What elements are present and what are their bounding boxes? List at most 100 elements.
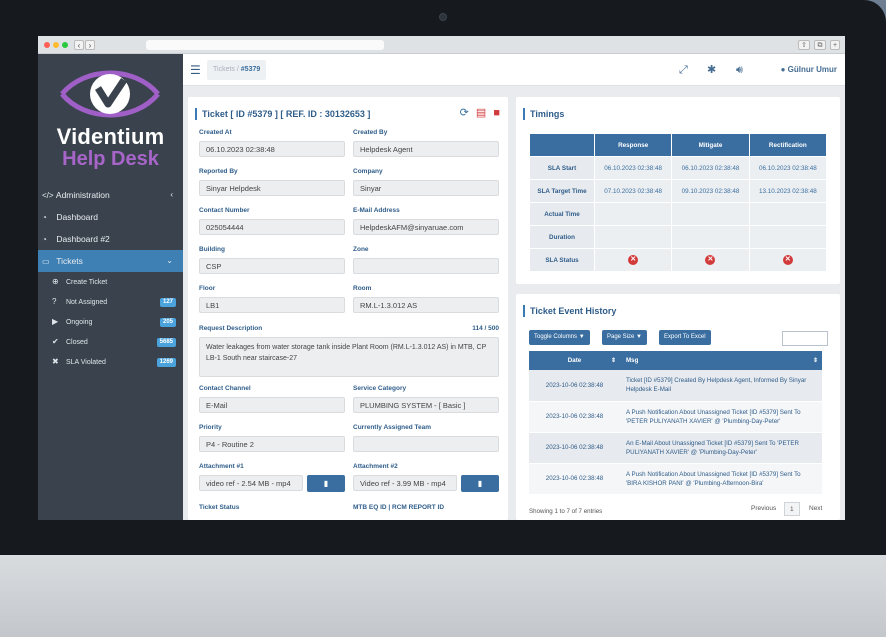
assigned-team-field[interactable] [353,436,499,452]
floor-field[interactable]: LB1 [199,297,345,313]
created-by-field[interactable]: Helpdesk Agent [353,141,499,157]
table-row: Actual Time [529,202,828,226]
event-history-table: Date ⇕ Msg ⇕ 2023-10-06 02:38:48 Ticket … [529,351,822,495]
column-header-label: Msg [626,357,639,364]
column-header-date[interactable]: Date ⇕ [529,351,620,370]
reported-by-field[interactable]: Sinyar Helpdesk [199,180,345,196]
bug-icon[interactable]: ✱ [707,64,716,76]
close-window-dot[interactable] [44,42,50,48]
building-field[interactable]: CSP [199,258,345,274]
created-at-label: Created At [199,129,232,136]
table-cell: 06.10.2023 02:38:48 [593,156,673,180]
event-history-title: Ticket Event History [523,305,616,317]
sidebar-item-label: SLA Violated [65,359,106,366]
history-search-input[interactable] [782,331,828,346]
export-excel-button[interactable]: Export To Excel [659,330,711,345]
service-category-field[interactable]: PLUMBING SYSTEM - [ Basic ] [353,397,499,413]
table-cell: ✕ [671,248,750,272]
row-header: Duration [529,225,595,249]
attachment2-download-button[interactable]: ▮ [461,475,499,492]
page-1-button[interactable]: 1 [784,502,800,516]
msg-cell: Ticket [ID #5379] Created By Helpdesk Ag… [620,370,822,402]
maximize-window-dot[interactable] [62,42,68,48]
table-cell [671,202,750,226]
request-description-field[interactable]: Water leakages from water storage tank i… [199,337,499,377]
table-row: 2023-10-06 02:38:48 An E-Mail About Unas… [529,432,822,464]
chevron-left-icon: ‹ [170,190,173,199]
browser-chrome: ‹ › ⇧ ⧉ + [38,36,845,54]
camera [439,13,447,21]
table-cell: 06.10.2023 02:38:48 [748,156,828,180]
date-cell: 2023-10-06 02:38:48 [529,432,620,464]
table-cell [748,225,828,249]
previous-page-button[interactable]: Previous [751,502,776,516]
email-field[interactable]: HelpdeskAFM@sinyaruae.com [353,219,499,235]
created-by-label: Created By [353,129,388,136]
sidebar-item-tickets[interactable]: ▭ Tickets ⌄ [38,250,183,272]
priority-field[interactable]: P4 - Routine 2 [199,436,345,452]
eye-logo-icon [60,70,160,118]
sidebar-item-label: Dashboard #2 [56,234,110,244]
screen: ‹ › ⇧ ⧉ + Videntium Help Desk </> Admini… [38,36,845,520]
sidebar-item-closed[interactable]: ✔ Closed 5685 [38,332,183,352]
table-row: SLA Status ✕ ✕ ✕ [529,248,828,272]
sidebar-item-dashboard[interactable]: ◔ Dashboard [38,206,183,228]
sidebar-item-administration[interactable]: </> Administration ‹ [38,184,183,206]
room-field[interactable]: RM.L-1.3.012 AS [353,297,499,313]
sidebar-item-not-assigned[interactable]: ? Not Assigned 127 [38,292,183,312]
page-size-button[interactable]: Page Size ▼ [602,330,647,345]
volume-icon[interactable]: 🔊︎ [736,64,743,76]
ticket-card: Ticket [ ID #5379 ] [ REF. ID : 30132653… [188,97,508,520]
forward-icon[interactable]: › [85,40,95,50]
share-icon[interactable]: ⇧ [798,40,810,50]
contact-channel-field[interactable]: E-Mail [199,397,345,413]
zone-field[interactable] [353,258,499,274]
attachment2-field[interactable]: Video ref - 3.99 MB - mp4 [353,475,457,491]
attachment1-download-button[interactable]: ▮ [307,475,345,492]
table-row: SLA Start 06.10.2023 02:38:48 06.10.2023… [529,156,828,180]
refresh-icon[interactable]: ⟳ [460,107,469,119]
toggle-columns-button[interactable]: Toggle Columns ▼ [529,330,590,345]
file-icon: ▮ [477,479,483,488]
sidebar-item-label: Ongoing [65,319,93,326]
back-icon[interactable]: ‹ [74,40,84,50]
breadcrumb-tickets[interactable]: Tickets [213,66,235,73]
fullscreen-icon[interactable]: ⤢ [679,64,688,76]
new-tab-icon[interactable]: + [830,40,840,50]
sidebar-item-label: Dashboard [56,212,98,222]
room-label: Room [353,285,372,292]
contact-number-field[interactable]: 025054444 [199,219,345,235]
column-header-msg[interactable]: Msg ⇕ [620,351,822,370]
sidebar-item-sla-violated[interactable]: ✖ SLA Violated 1269 [38,352,183,372]
msg-cell: A Push Notification About Unassigned Tic… [620,401,822,433]
event-history-card: Ticket Event History Toggle Columns ▼ Pa… [516,294,840,520]
ticket-title: Ticket [ ID #5379 ] [ REF. ID : 30132653… [195,108,370,120]
tabs-icon[interactable]: ⧉ [814,40,826,50]
topbar: ☰ Tickets / #5379 ⤢ ✱ 🔊︎ ● Gülnur Umur [183,54,845,86]
timings-card: Timings Response Mitigate Rectification … [516,97,840,284]
table-cell: 09.10.2023 02:38:48 [671,179,750,203]
next-page-button[interactable]: Next [809,502,822,516]
created-at-field[interactable]: 06.10.2023 02:38:48 [199,141,345,157]
address-bar[interactable] [146,40,384,50]
trash-icon[interactable]: ■ [493,107,500,119]
table-row: 2023-10-06 02:38:48 A Push Notification … [529,401,822,433]
sidebar-item-create-ticket[interactable]: ⊕ Create Ticket [38,272,183,292]
menu-toggle-icon[interactable]: ☰ [190,64,201,76]
minimize-window-dot[interactable] [53,42,59,48]
sidebar-item-ongoing[interactable]: ▶ Ongoing 205 [38,312,183,332]
brand-name: Videntium [56,124,165,149]
table-cell [593,225,673,249]
table-row: SLA Target Time 07.10.2023 02:38:48 09.1… [529,179,828,203]
pdf-icon[interactable]: ▤ [476,107,486,119]
mtb-eq-label: MTB EQ ID | RCM REPORT ID [353,504,445,511]
attachment1-field[interactable]: video ref - 2.54 MB - mp4 [199,475,303,491]
count-badge: 205 [159,318,176,327]
timings-table: Response Mitigate Rectification SLA Star… [529,133,828,272]
company-field[interactable]: Sinyar [353,180,499,196]
character-counter: 114 / 500 [472,325,499,332]
user-menu[interactable]: ● Gülnur Umur [781,64,837,76]
email-label: E-Mail Address [353,207,400,214]
sidebar: Videntium Help Desk </> Administration ‹… [38,54,183,520]
sidebar-item-dashboard-2[interactable]: ◔ Dashboard #2 [38,228,183,250]
